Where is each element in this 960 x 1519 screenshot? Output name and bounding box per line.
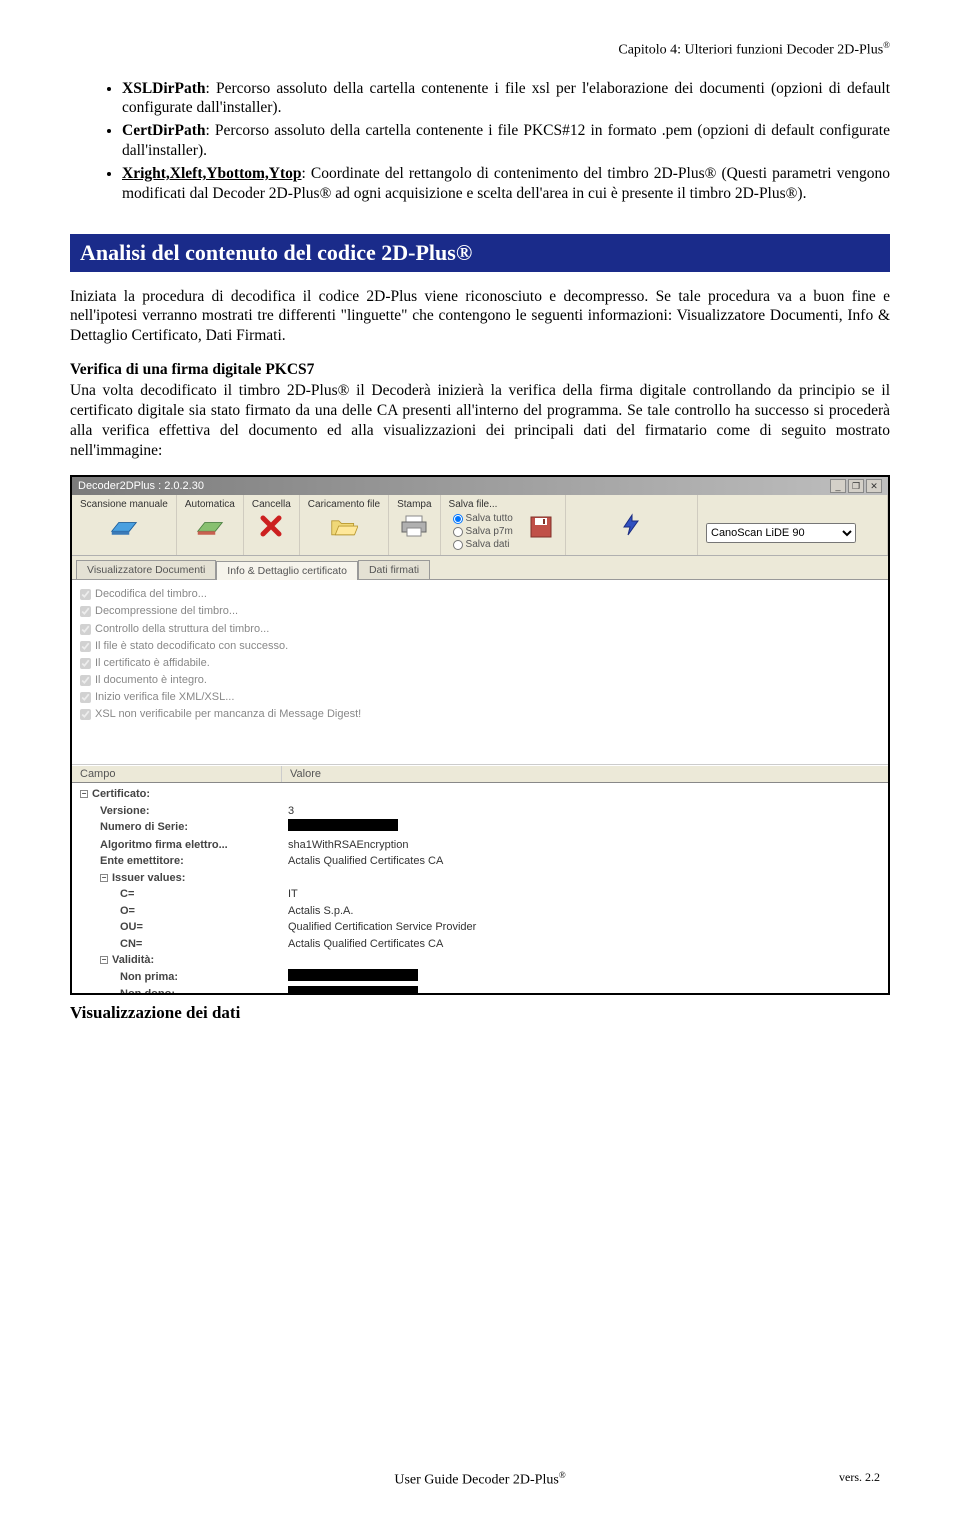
tab-viewer[interactable]: Visualizzatore Documenti: [76, 560, 216, 579]
app-screenshot: Decoder2DPlus : 2.0.2.30 _ ❐ ✕ Scansione…: [70, 475, 890, 995]
tab-signed[interactable]: Dati firmati: [358, 560, 430, 579]
window-controls: _ ❐ ✕: [830, 479, 882, 493]
bullet-label: CertDirPath: [122, 122, 206, 139]
bullet-label: Xright,Xleft,Ybottom,Ytop: [122, 165, 302, 182]
scanner-icon: [108, 512, 140, 540]
scanner-select: CanoScan LiDE 90: [698, 495, 888, 555]
status-item: Il file è stato decodificato con success…: [80, 638, 880, 655]
save-file-group: Salva file... Salva tutto Salva p7m Salv…: [441, 495, 566, 555]
status-item: Inizio verifica file XML/XSL...: [80, 689, 880, 706]
status-item: Controllo della struttura del timbro...: [80, 621, 880, 638]
bullet-item: XSLDirPath: Percorso assoluto della cart…: [122, 79, 890, 119]
scan-manual-button[interactable]: Scansione manuale: [72, 495, 177, 555]
status-item: Decodifica del timbro...: [80, 586, 880, 603]
window-title: Decoder2DPlus : 2.0.2.30: [78, 480, 204, 492]
subheading: Verifica di una firma digitale PKCS7: [70, 361, 890, 379]
footer-center: User Guide Decoder 2D-Plus: [394, 1473, 558, 1488]
save-icon[interactable]: [525, 513, 557, 541]
page-footer: User Guide Decoder 2D-Plus® vers. 2.2: [0, 1470, 960, 1489]
paragraph: Una volta decodificato il timbro 2D-Plus…: [70, 381, 890, 460]
certificate-tree: −Certificato: Versione:3 Numero di Serie…: [72, 783, 888, 993]
load-file-button[interactable]: Caricamento file: [300, 495, 389, 555]
automatic-button[interactable]: Automatica: [177, 495, 244, 555]
chapter-text: Capitolo 4: Ulteriori funzioni Decoder 2…: [618, 43, 883, 58]
col-field: Campo: [72, 766, 282, 782]
toolbar-spacer: [566, 495, 698, 555]
redacted-value: [288, 819, 398, 831]
folder-open-icon: [328, 512, 360, 540]
lightning-icon[interactable]: [615, 511, 647, 539]
close-button[interactable]: ✕: [866, 479, 882, 493]
bullet-item: Xright,Xleft,Ybottom,Ytop: Coordinate de…: [122, 164, 890, 204]
bullet-text: : Percorso assoluto della cartella conte…: [122, 122, 890, 159]
window-titlebar: Decoder2DPlus : 2.0.2.30 _ ❐ ✕: [72, 477, 888, 495]
bullet-label: XSLDirPath: [122, 80, 206, 97]
chapter-reg: ®: [883, 40, 890, 50]
save-data-radio[interactable]: Salva dati: [453, 538, 513, 551]
paragraph: Iniziata la procedura di decodifica il c…: [70, 287, 890, 346]
maximize-button[interactable]: ❐: [848, 479, 864, 493]
chapter-header: Capitolo 4: Ulteriori funzioni Decoder 2…: [70, 40, 890, 59]
auto-scanner-icon: [194, 512, 226, 540]
bullet-list: XSLDirPath: Percorso assoluto della cart…: [70, 79, 890, 204]
redacted-value: [288, 969, 418, 981]
tab-info[interactable]: Info & Dettaglio certificato: [216, 561, 358, 580]
footer-reg: ®: [559, 1470, 566, 1480]
printer-icon: [398, 512, 430, 540]
save-p7m-radio[interactable]: Salva p7m: [453, 525, 513, 538]
footer-version: vers. 2.2: [839, 1470, 880, 1485]
cancel-icon: [255, 512, 287, 540]
status-item: Il certificato è affidabile.: [80, 655, 880, 672]
scanner-dropdown[interactable]: CanoScan LiDE 90: [706, 523, 856, 543]
status-check-list: Decodifica del timbro... Decompressione …: [72, 580, 888, 765]
cancel-button[interactable]: Cancella: [244, 495, 300, 555]
col-value: Valore: [282, 766, 888, 782]
minimize-button[interactable]: _: [830, 479, 846, 493]
redacted-value: [288, 986, 418, 993]
status-item: XSL non verificabile per mancanza di Mes…: [80, 706, 880, 723]
toolbar: Scansione manuale Automatica Cancella Ca…: [72, 495, 888, 556]
bullet-item: CertDirPath: Percorso assoluto della car…: [122, 121, 890, 161]
section-banner: Analisi del contenuto del codice 2D-Plus…: [70, 234, 890, 272]
bullet-text: : Percorso assoluto della cartella conte…: [122, 80, 890, 117]
print-button[interactable]: Stampa: [389, 495, 440, 555]
detail-grid-header: Campo Valore: [72, 765, 888, 783]
viz-heading: Visualizzazione dei dati: [70, 1003, 890, 1023]
tab-bar: Visualizzatore Documenti Info & Dettagli…: [72, 556, 888, 580]
save-all-radio[interactable]: Salva tutto: [453, 512, 513, 525]
status-item: Il documento è integro.: [80, 672, 880, 689]
status-item: Decompressione del timbro...: [80, 603, 880, 620]
